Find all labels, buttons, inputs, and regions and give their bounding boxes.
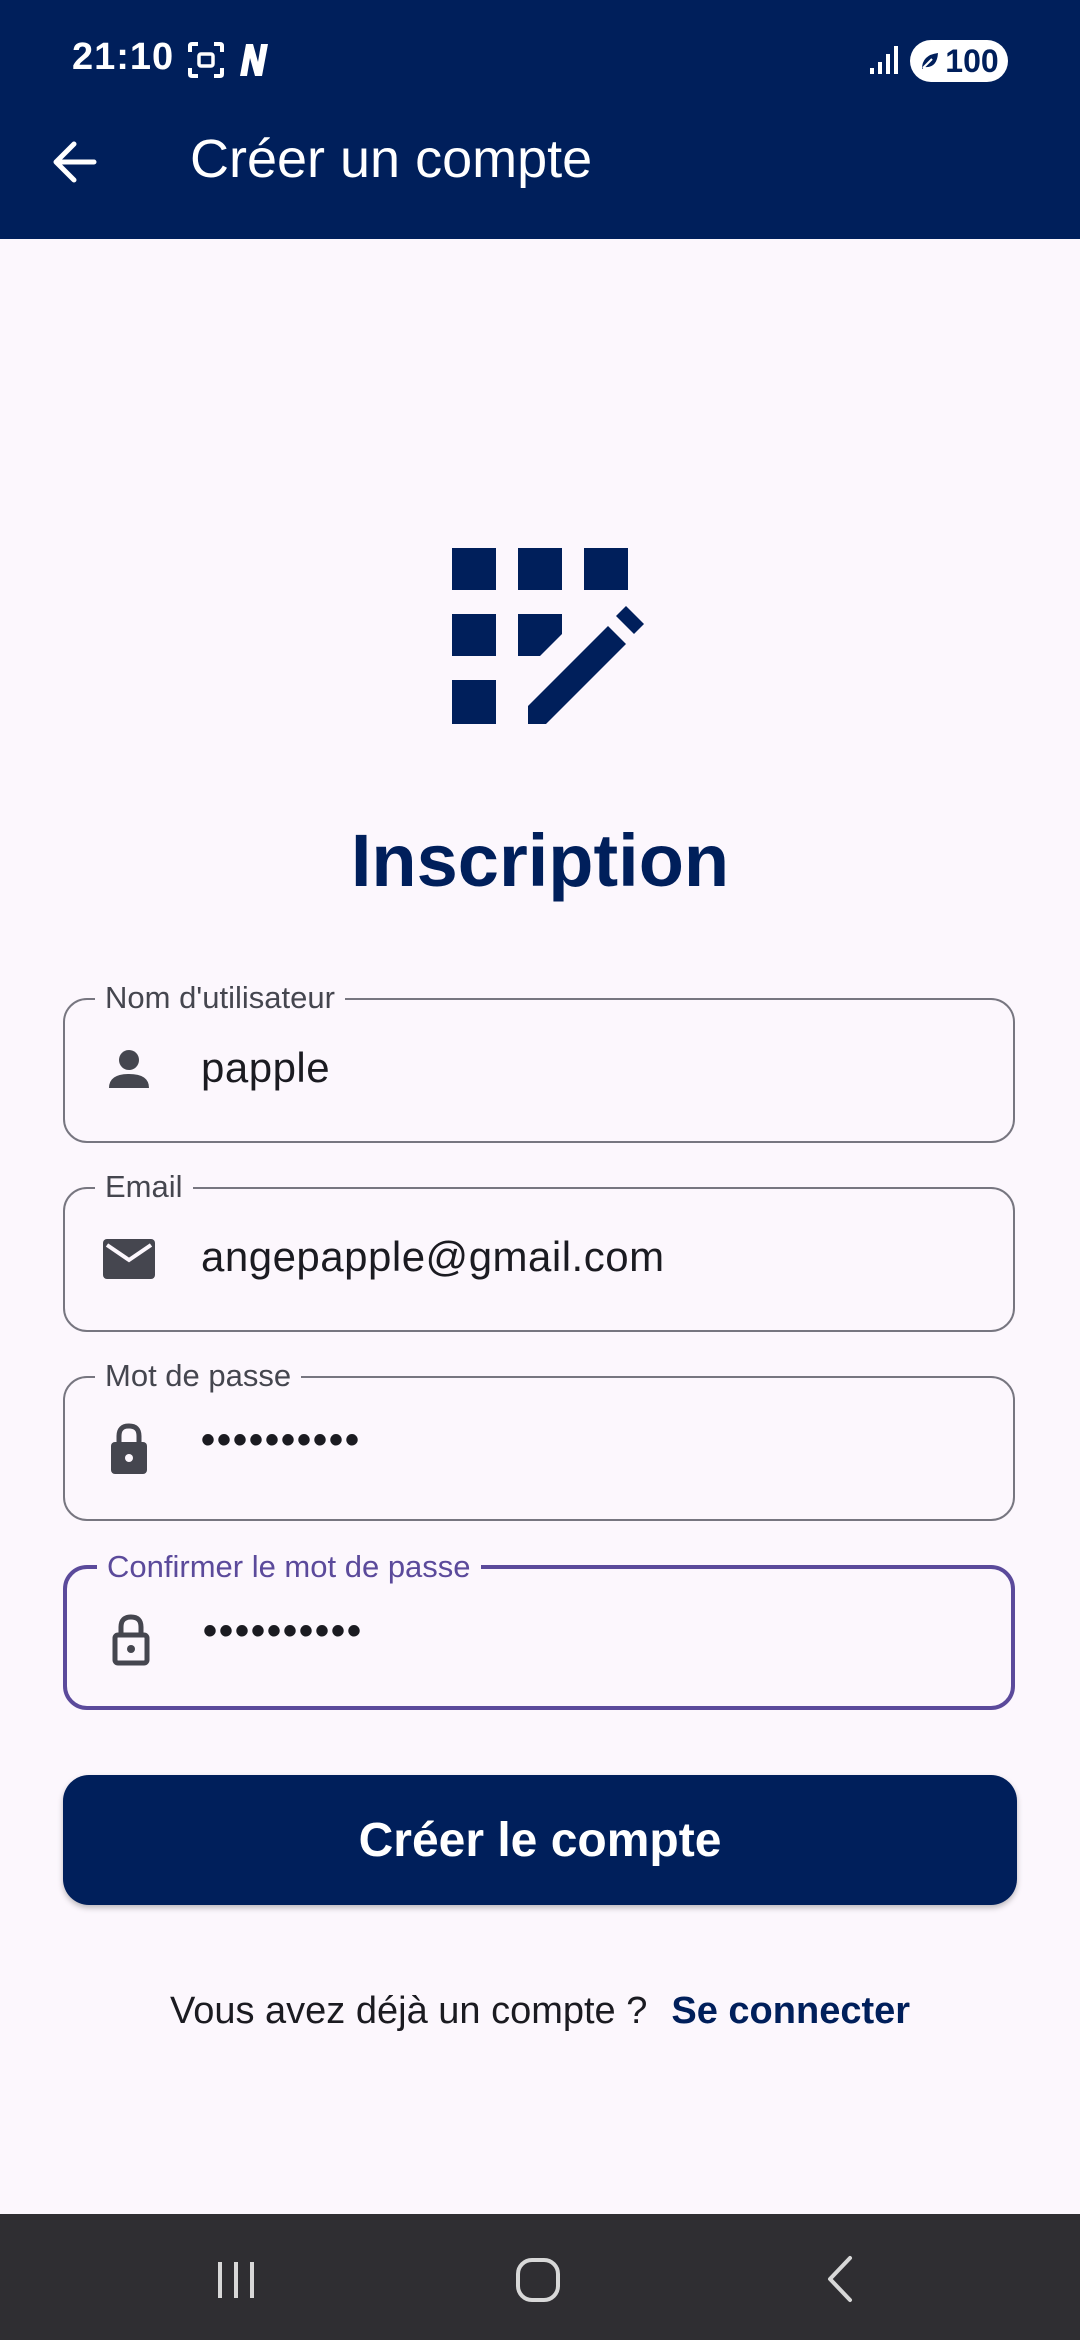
email-field[interactable]: Email angepapple@gmail.com (63, 1168, 1015, 1332)
username-value: papple (201, 1044, 331, 1091)
battery-indicator: 100 (910, 40, 1008, 82)
confirm-password-label: Confirmer le mot de passe (97, 1548, 481, 1586)
lock-icon (111, 1423, 147, 1474)
login-prompt-text: Vous avez déjà un compte ? (169, 1990, 648, 2032)
confirm-password-field[interactable]: Confirmer le mot de passe •••••••••• (63, 1548, 1015, 1710)
login-prompt: Vous avez déjà un compte ? Se connecter (0, 1990, 1080, 2033)
lock-outline-icon (112, 1614, 150, 1666)
page-heading: Inscription (350, 819, 730, 902)
battery-level: 100 (945, 42, 999, 79)
signal-icon (870, 46, 898, 74)
password-label: Mot de passe (95, 1357, 302, 1395)
confirm-password-value: •••••••••• (203, 1609, 364, 1653)
recent-apps-icon[interactable] (203, 2244, 269, 2310)
status-bar: 21:10 100 (0, 0, 1080, 120)
app-registration-icon (452, 548, 644, 724)
password-field[interactable]: Mot de passe •••••••••• (63, 1357, 1015, 1521)
email-value: angepapple@gmail.com (201, 1233, 665, 1280)
screenshot-icon (188, 42, 224, 78)
top-app-bar: 21:10 100 Créer un compte (0, 0, 1080, 239)
create-account-button[interactable]: Créer le compte (63, 1775, 1017, 1905)
username-label: Nom d'utilisateur (95, 979, 345, 1017)
person-icon (109, 1050, 149, 1088)
netflix-n-icon (240, 44, 268, 76)
app-bar-title: Créer un compte (190, 129, 593, 189)
status-time: 21:10 (72, 36, 175, 78)
login-link[interactable]: Se connecter (671, 1990, 910, 2032)
mail-icon (103, 1239, 155, 1279)
back-nav-icon[interactable] (808, 2244, 874, 2310)
email-label: Email (95, 1168, 193, 1206)
battery-saver-leaf-icon (922, 53, 939, 69)
password-value: •••••••••• (201, 1418, 362, 1462)
back-arrow-icon[interactable] (44, 132, 104, 192)
system-navigation-bar (0, 2214, 1080, 2340)
username-field[interactable]: Nom d'utilisateur papple (63, 979, 1015, 1143)
home-icon[interactable] (505, 2244, 571, 2310)
